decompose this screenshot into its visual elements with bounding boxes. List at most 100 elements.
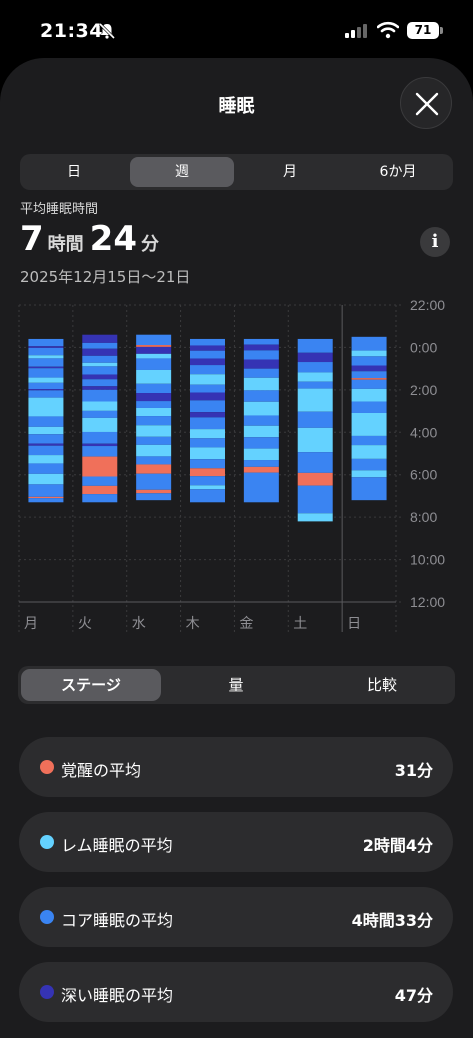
- stage-segment-core: [82, 342, 118, 349]
- x-tick-label: 金: [239, 616, 253, 632]
- stage-segment-rem: [82, 417, 118, 432]
- wifi-icon: [377, 21, 399, 39]
- stage-segment-core: [351, 356, 387, 366]
- stage-segment-core: [136, 334, 172, 346]
- day-bar[interactable]: [190, 338, 225, 503]
- x-tick-label: 月: [24, 616, 38, 632]
- y-tick-label: 6:00: [410, 467, 437, 483]
- day-bar[interactable]: [82, 334, 118, 503]
- stage-segment-deep: [243, 344, 279, 351]
- stage-segment-deep: [136, 346, 172, 354]
- sleep-stage-chart[interactable]: 22:00 0:00 2:00 4:00 6:00 8:00 10:00 12:00 月 火 水 木 金…: [0, 290, 473, 640]
- stage-segment-core: [28, 382, 64, 390]
- y-tick-label: 22:00: [410, 297, 445, 313]
- stage-segment-core: [190, 459, 225, 469]
- stage-segment-core: [28, 498, 64, 503]
- stage-segment-rem: [243, 425, 279, 438]
- stat-label: レム睡眠の平均: [61, 836, 173, 855]
- tab-amount[interactable]: 量: [166, 669, 306, 701]
- stage-segment-core: [28, 434, 64, 444]
- tab-stages[interactable]: ステージ: [21, 669, 161, 701]
- stage-segment-rem: [28, 426, 64, 435]
- stage-segment-core: [82, 446, 118, 457]
- stage-segment-deep: [82, 443, 118, 447]
- stage-segment-rem: [297, 388, 333, 412]
- stage-segment-rem: [243, 401, 279, 416]
- stage-segment-core: [243, 437, 279, 449]
- tab-compare[interactable]: 比較: [312, 669, 452, 701]
- bell-muted-icon: [98, 22, 116, 40]
- hours-unit: 時間: [47, 234, 84, 255]
- stage-segment-core: [82, 355, 118, 363]
- stage-segment-core: [136, 473, 172, 490]
- y-tick-label: 10:00: [410, 552, 445, 568]
- stage-segment-core: [190, 350, 225, 359]
- stage-segment-core: [351, 379, 387, 389]
- stage-segment-deep: [28, 443, 64, 446]
- stage-segment-rem: [351, 412, 387, 436]
- stage-segment-deep: [28, 389, 64, 391]
- stage-segment-rem: [136, 369, 172, 384]
- stage-segment-core: [28, 416, 64, 427]
- rem-color-dot: [40, 835, 54, 849]
- stat-value: 47分: [394, 986, 433, 1005]
- stage-segment-core: [28, 463, 64, 474]
- stage-segment-rem: [82, 362, 118, 367]
- stage-segment-core: [190, 438, 225, 448]
- x-tick-label: 木: [186, 616, 200, 632]
- stage-segment-core: [297, 381, 333, 389]
- stage-segment-core: [136, 493, 172, 501]
- stage-segment-core: [243, 338, 279, 345]
- stage-segment-core: [297, 338, 333, 353]
- stage-segment-core: [351, 401, 387, 413]
- stage-segment-core: [297, 411, 333, 428]
- stage-segment-deep: [82, 386, 118, 390]
- close-button[interactable]: [400, 77, 452, 129]
- y-tick-label: 8:00: [410, 509, 437, 525]
- day-bar[interactable]: [136, 334, 172, 501]
- stage-segment-core: [243, 415, 279, 426]
- awake-color-dot: [40, 760, 54, 774]
- day-bar[interactable]: [297, 338, 333, 522]
- tab-month[interactable]: 月: [238, 157, 342, 187]
- stat-value: 4時間33分: [351, 911, 433, 930]
- stat-rem[interactable]: レム睡眠の平均 2時間4分: [19, 812, 453, 872]
- stat-core[interactable]: コア睡眠の平均 4時間33分: [19, 887, 453, 947]
- stat-deep[interactable]: 深い睡眠の平均 47分: [19, 962, 453, 1022]
- stage-segment-core: [136, 416, 172, 426]
- stage-segment-core: [136, 358, 172, 370]
- stage-segment-rem: [190, 374, 225, 385]
- stage-segment-rem: [28, 397, 64, 417]
- stat-label: 深い睡眠の平均: [61, 986, 174, 1005]
- stage-segment-rem: [297, 513, 333, 522]
- stage-segment-core: [136, 383, 172, 394]
- stat-awake[interactable]: 覚醒の平均 31分: [19, 737, 453, 797]
- average-sleep-label: 平均睡眠時間: [20, 202, 99, 217]
- day-bar[interactable]: [243, 338, 279, 503]
- day-bar[interactable]: [28, 338, 64, 503]
- stage-segment-rem: [351, 388, 387, 402]
- stage-segment-rem: [297, 427, 333, 453]
- hours-value: 7: [20, 219, 44, 259]
- core-color-dot: [40, 910, 54, 924]
- stage-segment-core: [28, 358, 64, 367]
- tab-week[interactable]: 週: [130, 157, 234, 187]
- stage-segment-rem: [351, 445, 387, 459]
- day-bar[interactable]: [351, 336, 387, 501]
- stage-segment-rem: [190, 429, 225, 439]
- metric-segmented-control: ステージ 量 比較: [18, 666, 455, 704]
- stage-segment-deep: [297, 352, 333, 363]
- y-tick-label: 12:00: [410, 594, 445, 610]
- stage-segment-rem: [136, 407, 172, 417]
- tab-6months[interactable]: 6か月: [346, 157, 450, 187]
- deep-color-dot: [40, 985, 54, 999]
- stage-segment-awake: [82, 456, 118, 477]
- battery-indicator: 71: [407, 22, 439, 39]
- stage-segment-core: [243, 472, 279, 503]
- tab-day[interactable]: 日: [22, 157, 126, 187]
- battery-tip: [440, 27, 443, 34]
- stat-label: コア睡眠の平均: [61, 911, 174, 930]
- status-time: 21:34: [40, 20, 103, 42]
- stage-segment-core: [82, 431, 118, 444]
- info-button[interactable]: i: [420, 227, 450, 257]
